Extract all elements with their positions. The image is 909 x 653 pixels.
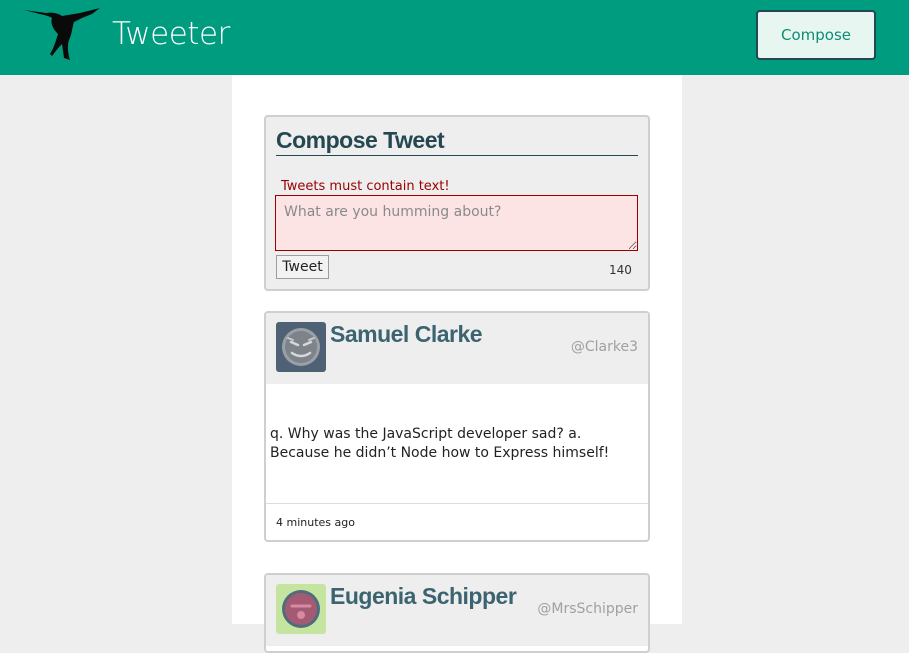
tweet-header: Samuel Clarke @Clarke3 — [266, 313, 648, 384]
tweet-author-handle: @MrsSchipper — [537, 601, 638, 617]
navbar: Tweeter Compose — [0, 0, 909, 75]
robot-avatar-icon — [276, 322, 326, 372]
tweet-submit-button[interactable]: Tweet — [276, 255, 329, 279]
tweet-textarea[interactable] — [275, 195, 638, 251]
compose-tweet-panel: Compose Tweet Tweets must contain text! … — [264, 115, 650, 291]
hummingbird-icon — [24, 8, 100, 60]
tweet-author-handle: @Clarke3 — [570, 339, 638, 355]
tweet-card: Samuel Clarke @Clarke3 q. Why was the Ja… — [264, 311, 650, 542]
tweet-card: Eugenia Schipper @MrsSchipper — [264, 573, 650, 653]
tweet-author-name: Eugenia Schipper — [330, 583, 517, 609]
tweet-footer: 4 minutes ago — [266, 503, 648, 540]
brand-title[interactable]: Tweeter — [112, 14, 230, 54]
tweet-author-name: Samuel Clarke — [330, 321, 483, 347]
robot-avatar-icon — [276, 584, 326, 634]
error-message: Tweets must contain text! — [281, 179, 450, 194]
main-container: Compose Tweet Tweets must contain text! … — [232, 75, 682, 653]
tweet-text: q. Why was the JavaScript developer sad?… — [270, 426, 610, 461]
compose-button[interactable]: Compose — [756, 10, 876, 60]
tweet-header: Eugenia Schipper @MrsSchipper — [266, 575, 648, 646]
tweet-timestamp: 4 minutes ago — [276, 516, 355, 529]
compose-title: Compose Tweet — [276, 126, 638, 156]
character-counter: 140 — [609, 263, 632, 277]
